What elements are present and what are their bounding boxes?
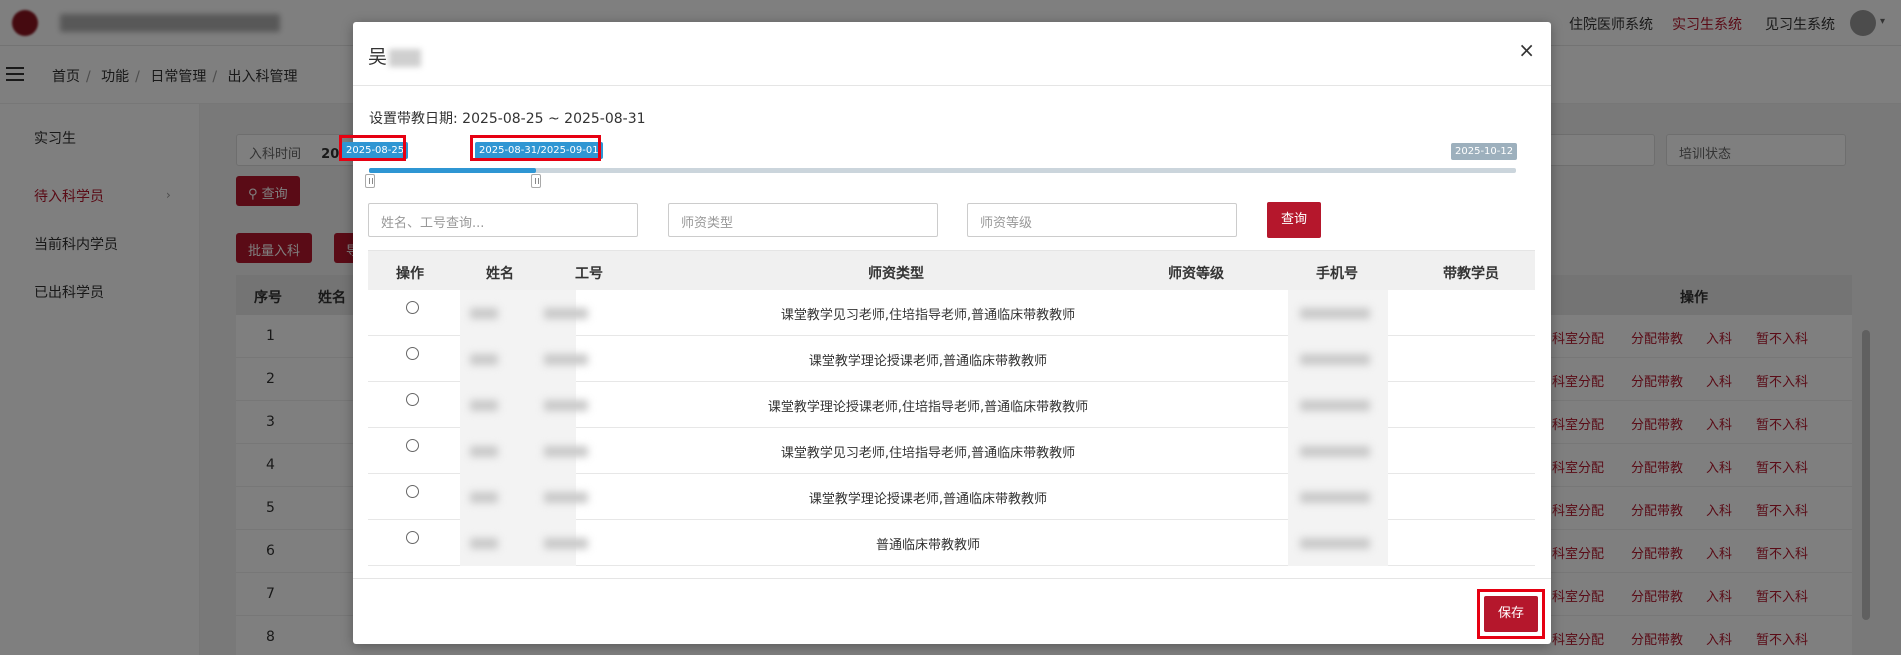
teacher-type-cell: 课堂教学见习老师,住培指导老师,普通临床带教教师 — [780, 308, 1076, 323]
teacher-type-cell: 课堂教学见习老师,住培指导老师,普通临床带教教师 — [780, 446, 1076, 461]
col-action: 操作 — [396, 266, 424, 282]
id-cell — [530, 474, 588, 520]
phone-cell — [1288, 428, 1388, 474]
teacher-row[interactable]: 课堂教学见习老师,住培指导老师,普通临床带教教师 — [368, 290, 1535, 336]
teacher-type-cell: 课堂教学理论授课老师,普通临床带教教师 — [808, 354, 1048, 369]
teacher-row[interactable]: 普通临床带教教师 — [368, 520, 1535, 566]
phone-cell — [1288, 474, 1388, 520]
col-name: 姓名 — [486, 266, 514, 282]
id-cell — [530, 382, 588, 428]
col-teacher-level: 师资等级 — [1168, 266, 1224, 282]
teacher-type-cell: 课堂教学理论授课老师,普通临床带教教师 — [808, 492, 1048, 507]
select-radio[interactable] — [406, 301, 419, 314]
teacher-row[interactable]: 课堂教学理论授课老师,普通临床带教教师 — [368, 336, 1535, 382]
slider-handle-start[interactable] — [365, 174, 375, 188]
id-cell — [530, 290, 588, 336]
date-range-label: 设置带教日期: 2025-08-25 ~ 2025-08-31 — [369, 111, 646, 127]
modal-title: 吴 — [368, 42, 422, 69]
select-radio[interactable] — [406, 531, 419, 544]
redacted-name — [389, 48, 422, 67]
select-radio[interactable] — [406, 439, 419, 452]
teacher-row[interactable]: 课堂教学理论授课老师,普通临床带教教师 — [368, 474, 1535, 520]
col-students: 带教学员 — [1443, 266, 1499, 282]
slider-handle-end[interactable] — [531, 174, 541, 188]
highlight-box — [470, 135, 601, 161]
select-radio[interactable] — [406, 485, 419, 498]
date-slider-selection — [369, 168, 536, 173]
close-icon[interactable]: × — [1518, 38, 1535, 62]
id-cell — [530, 520, 588, 566]
highlight-box — [1477, 589, 1545, 639]
col-id: 工号 — [575, 266, 603, 282]
modal-footer-divider — [353, 578, 1551, 579]
date-slider-track[interactable] — [369, 168, 1516, 173]
id-cell — [530, 428, 588, 474]
col-phone: 手机号 — [1316, 266, 1358, 282]
modal-header: 吴 × — [353, 22, 1551, 86]
teacher-type-cell: 普通临床带教教师 — [875, 538, 980, 553]
teacher-level-input[interactable]: 师资等级 — [967, 203, 1237, 237]
phone-cell — [1288, 336, 1388, 382]
phone-cell — [1288, 382, 1388, 428]
teacher-row[interactable]: 课堂教学理论授课老师,住培指导老师,普通临床带教教师 — [368, 382, 1535, 428]
teacher-table-header: 操作 姓名 工号 师资类型 师资等级 手机号 带教学员 — [368, 250, 1535, 290]
slider-max-tag: 2025-10-12 — [1451, 143, 1518, 160]
teacher-type-cell: 课堂教学理论授课老师,住培指导老师,普通临床带教教师 — [767, 400, 1089, 415]
teacher-type-input[interactable]: 师资类型 — [668, 203, 938, 237]
query-button[interactable]: 查询 — [1267, 202, 1321, 238]
col-teacher-type: 师资类型 — [868, 266, 924, 282]
phone-cell — [1288, 520, 1388, 566]
phone-cell — [1288, 290, 1388, 336]
select-radio[interactable] — [406, 393, 419, 406]
name-search-input[interactable]: 姓名、工号查询... — [368, 203, 638, 237]
highlight-box — [339, 135, 406, 161]
teacher-row[interactable]: 课堂教学见习老师,住培指导老师,普通临床带教教师 — [368, 428, 1535, 474]
select-radio[interactable] — [406, 347, 419, 360]
id-cell — [530, 336, 588, 382]
assign-teacher-modal: 吴 × 设置带教日期: 2025-08-25 ~ 2025-08-31 2025… — [339, 22, 1551, 644]
